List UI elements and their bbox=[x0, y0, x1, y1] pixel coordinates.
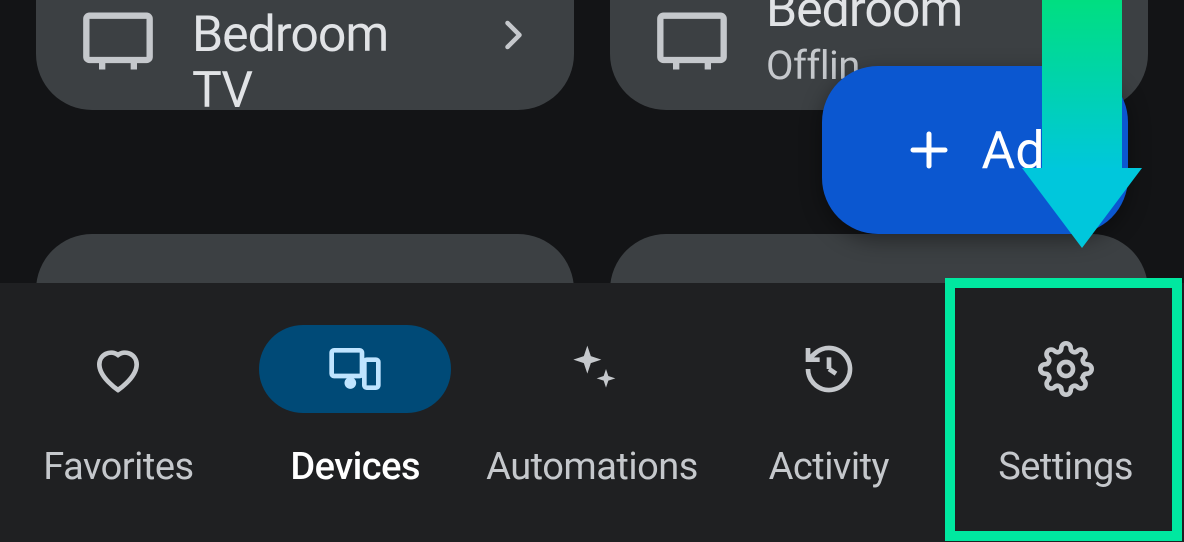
heart-icon bbox=[90, 341, 146, 397]
tv-icon bbox=[654, 3, 730, 67]
plus-icon bbox=[905, 126, 953, 174]
nav-activity[interactable]: Activity bbox=[710, 325, 947, 489]
nav-icon-wrap bbox=[970, 325, 1162, 413]
bottom-nav: Favorites Devices Automations bbox=[0, 283, 1184, 542]
nav-icon-wrap bbox=[259, 325, 451, 413]
nav-devices[interactable]: Devices bbox=[237, 325, 474, 489]
nav-label: Settings bbox=[998, 445, 1133, 489]
device-card-master-bedroom-tv[interactable]: Master Bedroom TV bbox=[36, 0, 574, 110]
add-button[interactable]: Ad bbox=[822, 66, 1128, 234]
nav-icon-wrap bbox=[733, 325, 925, 413]
nav-favorites[interactable]: Favorites bbox=[0, 325, 237, 489]
history-icon bbox=[801, 341, 857, 397]
nav-label: Devices bbox=[290, 445, 420, 489]
add-label: Ad bbox=[981, 120, 1044, 181]
nav-label: Favorites bbox=[43, 445, 193, 489]
sparkle-icon bbox=[564, 341, 620, 397]
chevron-right-icon bbox=[494, 17, 530, 53]
device-text: Master Bedroom TV bbox=[192, 0, 458, 119]
nav-icon-wrap bbox=[496, 325, 688, 413]
warning-triangle-icon bbox=[1050, 0, 1104, 24]
tv-icon bbox=[80, 3, 156, 67]
devices-icon bbox=[327, 341, 383, 397]
nav-label: Automations bbox=[486, 445, 698, 489]
nav-label: Activity bbox=[769, 445, 889, 489]
device-name-line2: Bedroom TV bbox=[192, 7, 458, 119]
nav-automations[interactable]: Automations bbox=[474, 325, 711, 489]
nav-icon-wrap bbox=[22, 325, 214, 413]
gear-icon bbox=[1038, 341, 1094, 397]
nav-settings[interactable]: Settings bbox=[947, 325, 1184, 489]
